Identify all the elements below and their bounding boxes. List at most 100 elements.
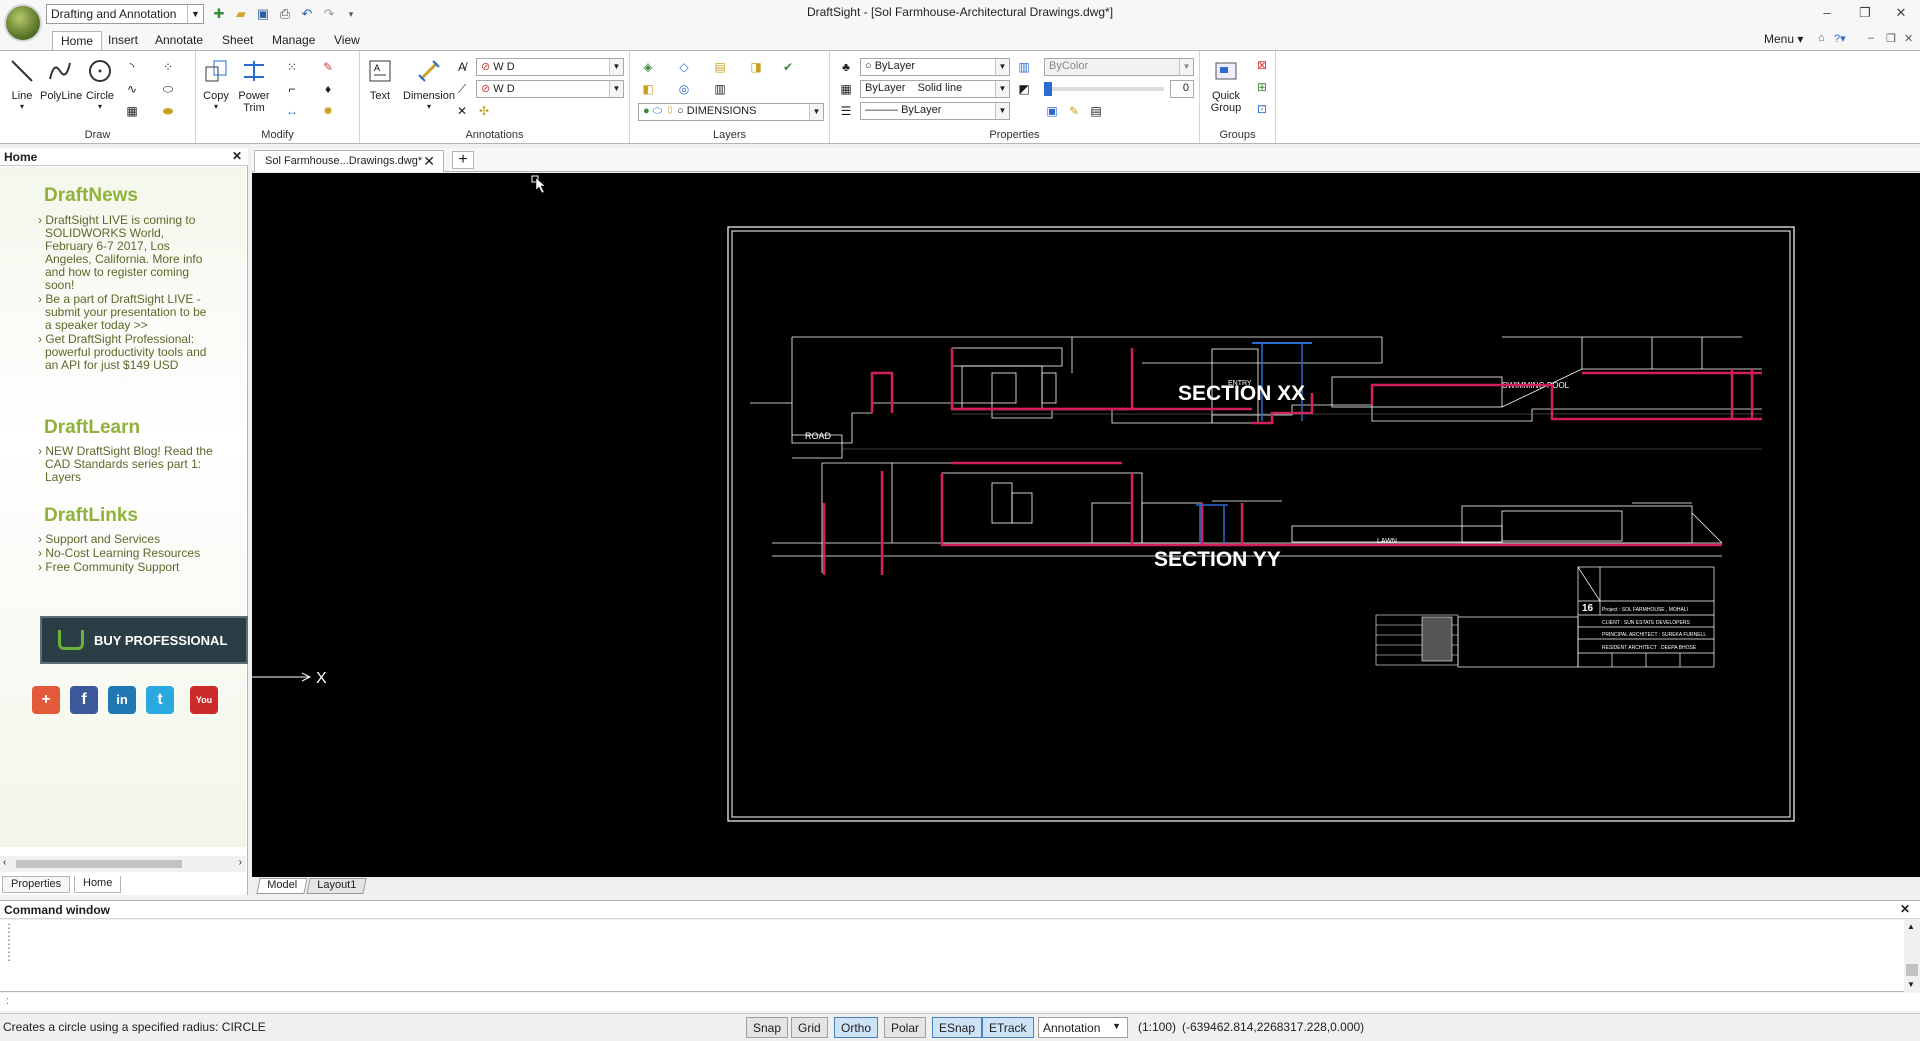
snap-toggle[interactable]: Snap [746,1017,789,1038]
help-icon[interactable]: ?▾ [1834,32,1846,45]
arc-icon[interactable]: ◝ [124,59,140,75]
linestyle-select[interactable]: ByLayer Solid line ▼ [860,80,1010,98]
stretch-icon[interactable]: ↔ [284,103,300,119]
doc-close-icon[interactable]: ✕ [1904,32,1913,45]
close-icon[interactable]: ✕ [232,149,242,163]
doc-restore-icon[interactable]: ❐ [1886,32,1896,45]
text-style-icon[interactable]: A̸ [454,59,470,75]
tab-manage[interactable]: Manage [264,31,323,50]
twitter-icon[interactable]: t [146,686,174,714]
layer-previous-icon[interactable]: ◧ [640,81,656,97]
close-icon[interactable]: ✕ [423,153,435,170]
ellipse-icon[interactable]: ⬭ [160,81,176,97]
restore-icon[interactable]: ❐ [1850,2,1880,24]
esnap-toggle[interactable]: ESnap [932,1017,983,1038]
power-trim-button[interactable]: Power Trim [234,57,274,114]
layer-freeze-icon[interactable]: ▥ [712,81,728,97]
line-button[interactable]: Line ▾ [2,57,42,111]
center-mark-icon[interactable]: ✣ [476,103,492,119]
learn-item[interactable]: › NEW DraftSight Blog! Read the CAD Stan… [38,445,213,484]
brush-icon[interactable]: ✎ [1066,103,1082,119]
google-plus-icon[interactable]: + [32,686,60,714]
grid-toggle[interactable]: Grid [791,1017,828,1038]
news-item[interactable]: › Get DraftSight Professional: powerful … [38,333,213,372]
polar-toggle[interactable]: Polar [884,1017,927,1038]
drawing-canvas[interactable]: ROAD ENTRY SWIMMING POOL SECTION XX LAWN… [252,173,1920,877]
layer-check-icon[interactable]: ✔ [780,59,796,75]
pattern-icon[interactable]: ⁙ [284,59,300,75]
buy-professional-button[interactable]: BUY PROFESSIONAL [40,616,248,664]
minimize-icon[interactable]: – [1812,2,1842,24]
tab-layout1[interactable]: Layout1 [306,878,367,894]
scrollbar-thumb[interactable] [1906,964,1918,976]
properties-sheet-icon[interactable]: ▤ [1088,103,1104,119]
etrack-toggle[interactable]: ETrack [982,1017,1034,1038]
color-select[interactable]: ○ ByLayer ▼ [860,58,1010,76]
smart-dimension-icon[interactable]: ✕ [454,103,470,119]
layer-isolate-icon[interactable]: ◎ [676,81,692,97]
hatch-icon[interactable]: ▦ [124,103,140,119]
group-select-icon[interactable]: ⊡ [1254,101,1270,117]
doc-minimize-icon[interactable]: – [1868,32,1874,44]
transparency-icon[interactable]: ◩ [1016,81,1032,97]
text-button[interactable]: A Text [360,57,400,102]
scroll-right-icon[interactable]: › [239,857,242,868]
text-style-select[interactable]: ⊘ W D ▼ [476,58,624,76]
dim-style-select[interactable]: ⊘ W D ▼ [476,80,624,98]
tab-model[interactable]: Model [256,878,308,894]
match-properties-icon[interactable]: ▣ [1044,103,1060,119]
lineweight-icon[interactable]: ☰ [838,103,854,119]
link-item[interactable]: › Free Community Support [38,561,213,574]
print-color-select[interactable]: ByColor ▼ [1044,58,1194,76]
link-item[interactable]: › No-Cost Learning Resources [38,547,213,560]
point-icon[interactable]: ⁘ [160,59,176,75]
command-scrollbar[interactable]: ▲ ▼ [1904,920,1920,992]
command-input[interactable]: : [0,993,1920,1011]
print-style-icon[interactable]: ▥ [1016,59,1032,75]
explode-icon[interactable]: ✸ [320,103,336,119]
news-item[interactable]: › DraftSight LIVE is coming to SOLIDWORK… [38,214,213,292]
close-icon[interactable]: ✕ [1886,2,1916,24]
tab-properties[interactable]: Properties [2,876,71,893]
fillet-icon[interactable]: ⌐ [284,81,300,97]
lineweight-select[interactable]: ——— ByLayer ▼ [860,102,1010,120]
linestyle-icon[interactable]: ▦ [838,81,854,97]
tab-sheet[interactable]: Sheet [214,31,261,50]
linkedin-icon[interactable]: in [108,686,136,714]
document-tab[interactable]: Sol Farmhouse...Drawings.dwg* ✕ [254,150,444,172]
dim-style-icon[interactable]: ⟋ [454,81,470,97]
app-logo[interactable] [4,4,42,42]
tab-view[interactable]: View [326,31,368,50]
menu-button[interactable]: Menu ▾ [1764,32,1803,46]
tab-home-palette[interactable]: Home [74,876,122,893]
copy-button[interactable]: Copy ▾ [196,57,236,111]
transparency-slider[interactable] [1044,82,1164,96]
tab-insert[interactable]: Insert [100,31,146,50]
dimension-button[interactable]: Dimension ▾ [398,57,460,111]
tab-annotate[interactable]: Annotate [147,31,211,50]
layer-filter-icon[interactable]: ▤ [712,59,728,75]
properties-painter-icon[interactable]: ♦ [320,81,336,97]
new-tab-button[interactable]: + [452,151,474,169]
close-icon[interactable]: ✕ [1900,902,1910,916]
scroll-left-icon[interactable]: ‹ [3,857,6,868]
polyline-button[interactable]: PolyLine [40,57,82,102]
scroll-down-icon[interactable]: ▼ [1907,980,1915,989]
quick-group-button[interactable]: Quick Group [1202,57,1250,114]
layer-state-icon[interactable]: ◇ [676,59,692,75]
layer-manager-icon[interactable]: ◈ [640,59,656,75]
circle-button[interactable]: Circle ▾ [80,57,120,111]
youtube-icon[interactable]: You [190,686,218,714]
scroll-up-icon[interactable]: ▲ [1907,922,1915,931]
home-icon[interactable]: ⌂ [1818,32,1825,44]
tab-home[interactable]: Home [52,31,103,50]
ortho-toggle[interactable]: Ortho [834,1017,879,1038]
erase-icon[interactable]: ✎ [320,59,336,75]
annotation-scale-select[interactable]: Annotation ▼ [1038,1017,1128,1038]
color-picker-icon[interactable]: ♣ [838,59,854,75]
scrollbar-thumb[interactable] [16,860,182,868]
layer-walk-icon[interactable]: ◨ [748,59,764,75]
palette-scrollbar[interactable]: ‹ › [0,856,246,872]
ungroup-icon[interactable]: ⊠ [1254,57,1270,73]
spline-icon[interactable]: ∿ [124,81,140,97]
